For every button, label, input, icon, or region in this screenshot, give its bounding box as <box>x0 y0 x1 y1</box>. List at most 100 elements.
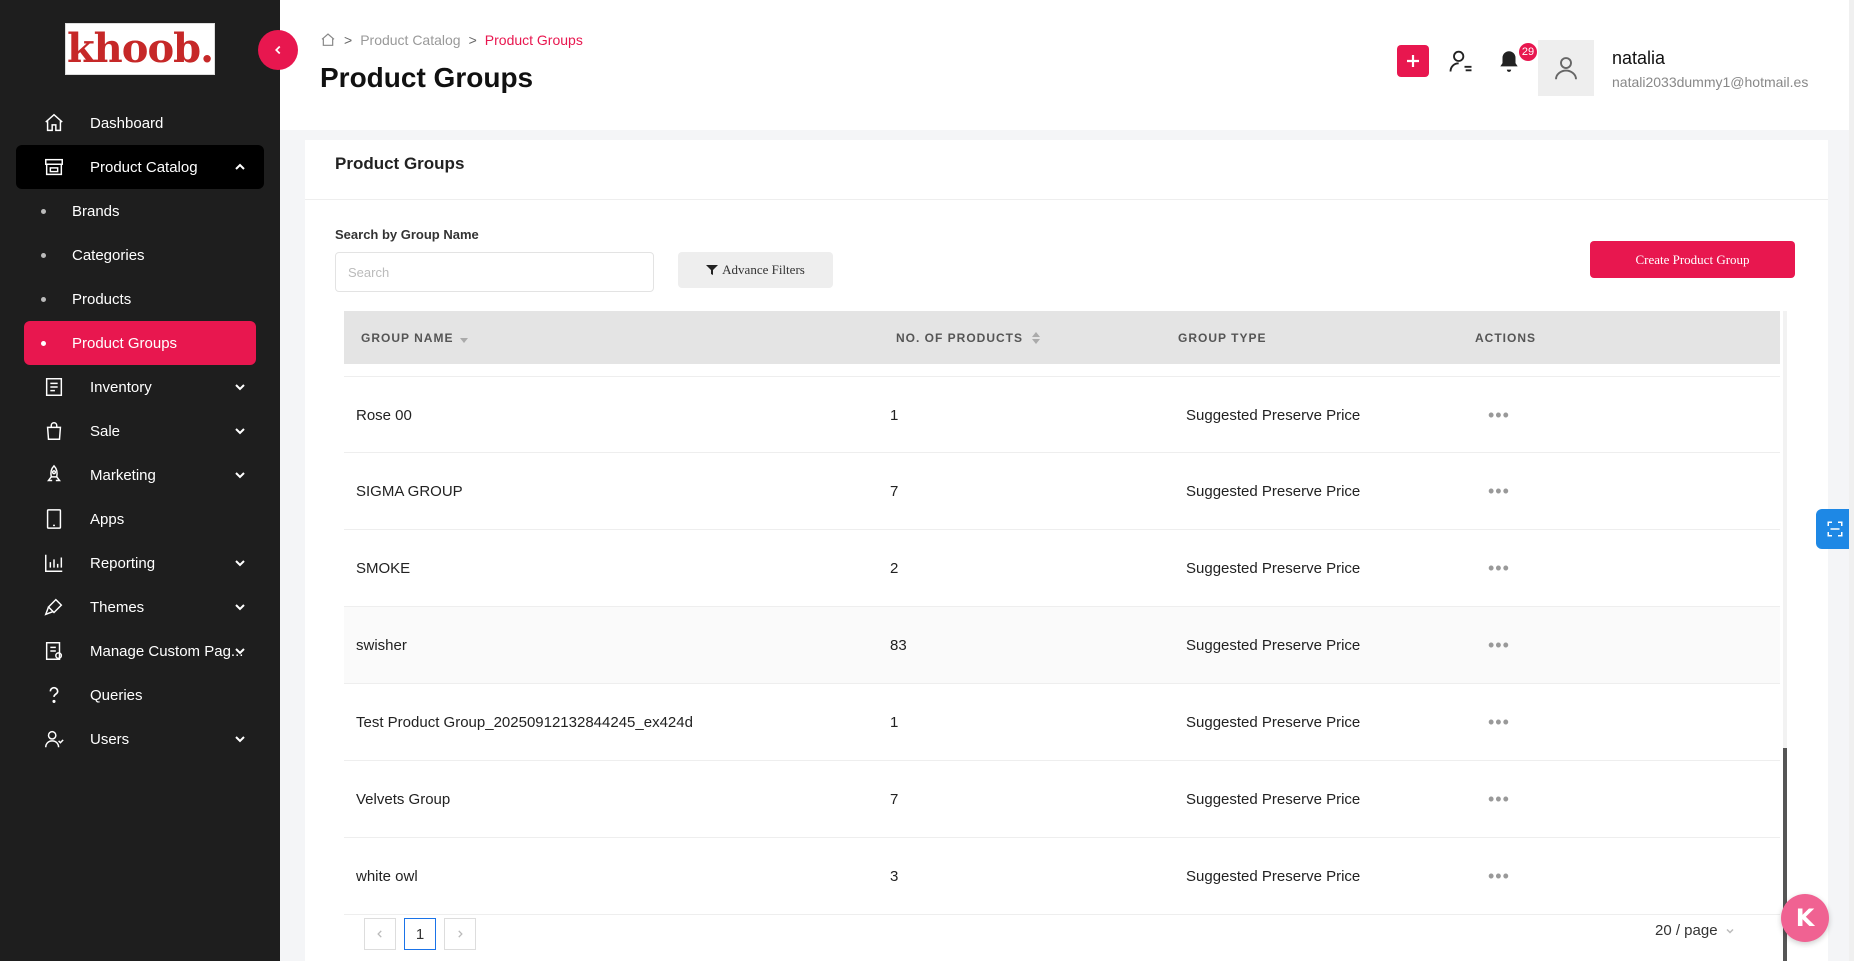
row-actions-icon[interactable]: ••• <box>1488 684 1510 761</box>
brand-logo[interactable]: khoob. <box>65 23 215 75</box>
card-title: Product Groups <box>335 154 465 173</box>
bar-chart-icon <box>42 551 66 575</box>
page-title: Product Groups <box>320 62 534 93</box>
user-email: natali2033dummy1@hotmail.es <box>1612 74 1809 90</box>
group-name-cell: swisher <box>356 637 407 654</box>
sidebar-item-label: Manage Custom Pag... <box>90 642 244 660</box>
breadcrumb: > Product Catalog > Product Groups <box>320 32 583 48</box>
chevron-down-icon <box>1726 928 1734 934</box>
group-name-cell: Velvets Group <box>356 791 451 808</box>
sidebar-item-product-catalog[interactable]: Product Catalog <box>16 145 264 189</box>
sidebar-nav: Dashboard Product Catalog Brands Categor… <box>0 101 280 761</box>
breadcrumb-link[interactable]: Product Catalog <box>360 32 460 48</box>
sidebar-subitem-product-groups[interactable]: Product Groups <box>24 321 256 365</box>
table-row[interactable]: Rose 00 1 Suggested Preserve Price ••• <box>344 376 1780 453</box>
notifications-button[interactable]: 29 <box>1493 41 1539 77</box>
group-type-cell: Suggested Preserve Price <box>1186 560 1361 577</box>
group-type-cell: Suggested Preserve Price <box>1186 637 1361 654</box>
user-edit-icon <box>1449 50 1472 72</box>
sidebar-subitem-label: Product Groups <box>72 334 178 352</box>
sidebar-item-reporting[interactable]: Reporting <box>0 541 280 585</box>
table-row[interactable]: Velvets Group 7 Suggested Preserve Price… <box>344 761 1780 838</box>
row-actions-icon[interactable]: ••• <box>1488 838 1510 915</box>
header-actions: 29 <box>1397 41 1539 77</box>
tablet-icon <box>42 507 66 531</box>
page-size-value: 20 / page <box>1655 922 1718 939</box>
column-header-label: ACTIONS <box>1475 330 1536 345</box>
search-input[interactable] <box>335 252 654 292</box>
question-icon <box>42 683 66 707</box>
sidebar-item-label: Apps <box>90 510 125 528</box>
sidebar-subitem-brands[interactable]: Brands <box>0 189 280 233</box>
product-count-cell: 83 <box>890 637 907 654</box>
rocket-icon <box>42 463 66 487</box>
quick-add-button[interactable] <box>1397 45 1429 77</box>
row-actions-icon[interactable]: ••• <box>1488 377 1510 454</box>
table-scrollbar[interactable] <box>1783 311 1787 961</box>
advance-filters-button[interactable]: Advance Filters <box>678 252 833 288</box>
chevron-down-icon <box>235 428 245 435</box>
sidebar-item-manage-custom-pages[interactable]: Manage Custom Pag... <box>0 629 280 673</box>
page-size-select[interactable]: 20 / page <box>1655 922 1736 939</box>
collapse-sidebar-button[interactable] <box>258 30 298 70</box>
row-actions-icon[interactable]: ••• <box>1488 607 1510 684</box>
page-scrollbar[interactable] <box>1849 0 1854 961</box>
sidebar-subitem-products[interactable]: Products <box>0 277 280 321</box>
row-actions-icon[interactable]: ••• <box>1488 761 1510 838</box>
sidebar-subitem-label: Brands <box>72 202 120 220</box>
product-count-cell: 1 <box>890 407 899 424</box>
group-type-cell: Suggested Preserve Price <box>1186 407 1361 424</box>
product-count-cell: 1 <box>890 714 899 731</box>
pagination: 1 <box>364 918 484 950</box>
row-actions-icon[interactable]: ••• <box>1488 453 1510 530</box>
table-row[interactable]: swisher 83 Suggested Preserve Price ••• <box>344 607 1780 684</box>
product-groups-table: GROUP NAME NO. OF PRODUCTS GROUP TYPE AC… <box>344 311 1780 915</box>
table-row[interactable]: SIGMA GROUP 7 Suggested Preserve Price •… <box>344 453 1780 530</box>
sidebar-item-sale[interactable]: Sale <box>0 409 280 453</box>
page-header: > Product Catalog > Product Groups Produ… <box>280 0 1854 130</box>
chevron-down-icon <box>235 604 245 611</box>
user-settings-button[interactable] <box>1445 45 1477 77</box>
column-header-group-name[interactable]: GROUP NAME <box>361 331 469 345</box>
home-icon[interactable] <box>320 32 336 48</box>
chevron-down-icon <box>235 560 245 567</box>
sidebar-item-dashboard[interactable]: Dashboard <box>0 101 280 145</box>
advance-filters-label: Advance Filters <box>722 262 805 277</box>
group-type-cell: Suggested Preserve Price <box>1186 483 1361 500</box>
plus-icon <box>1407 55 1419 67</box>
sidebar-item-marketing[interactable]: Marketing <box>0 453 280 497</box>
next-page-button[interactable] <box>444 918 476 950</box>
avatar[interactable] <box>1538 40 1594 96</box>
breadcrumb-current: Product Groups <box>484 32 583 48</box>
divider <box>305 199 1828 200</box>
sidebar-item-label: Marketing <box>90 466 156 484</box>
chevron-down-icon <box>235 736 245 743</box>
page-number-button[interactable]: 1 <box>404 918 436 950</box>
product-count-cell: 2 <box>890 560 899 577</box>
group-name-cell: SMOKE <box>356 560 411 577</box>
sidebar-subitem-categories[interactable]: Categories <box>0 233 280 277</box>
previous-page-button[interactable] <box>364 918 396 950</box>
table-row[interactable]: SMOKE 2 Suggested Preserve Price ••• <box>344 530 1780 607</box>
sidebar-item-label: Product Catalog <box>90 158 198 176</box>
assistant-fab-button[interactable]: K <box>1781 894 1829 942</box>
column-header-no-of-products[interactable]: NO. OF PRODUCTS <box>896 331 1041 345</box>
sidebar-item-themes[interactable]: Themes <box>0 585 280 629</box>
table-row[interactable]: Test Product Group_20250912132844245_ex4… <box>344 684 1780 761</box>
chevron-right-icon <box>458 930 463 938</box>
sidebar-item-apps[interactable]: Apps <box>0 497 280 541</box>
inventory-icon <box>42 375 66 399</box>
sidebar-item-inventory[interactable]: Inventory <box>0 365 280 409</box>
home-icon <box>42 111 66 135</box>
chevron-down-icon <box>235 648 245 655</box>
table-row[interactable]: white owl 3 Suggested Preserve Price ••• <box>344 838 1780 915</box>
sidebar-item-users[interactable]: Users <box>0 717 280 761</box>
sidebar-item-label: Sale <box>90 422 121 440</box>
sidebar-item-queries[interactable]: Queries <box>0 673 280 717</box>
group-type-cell: Suggested Preserve Price <box>1186 868 1361 885</box>
shopping-bag-icon <box>42 419 66 443</box>
create-product-group-button[interactable]: Create Product Group <box>1590 241 1795 278</box>
product-count-cell: 3 <box>890 868 899 885</box>
sidebar-item-label: Dashboard <box>90 114 164 132</box>
row-actions-icon[interactable]: ••• <box>1488 530 1510 607</box>
